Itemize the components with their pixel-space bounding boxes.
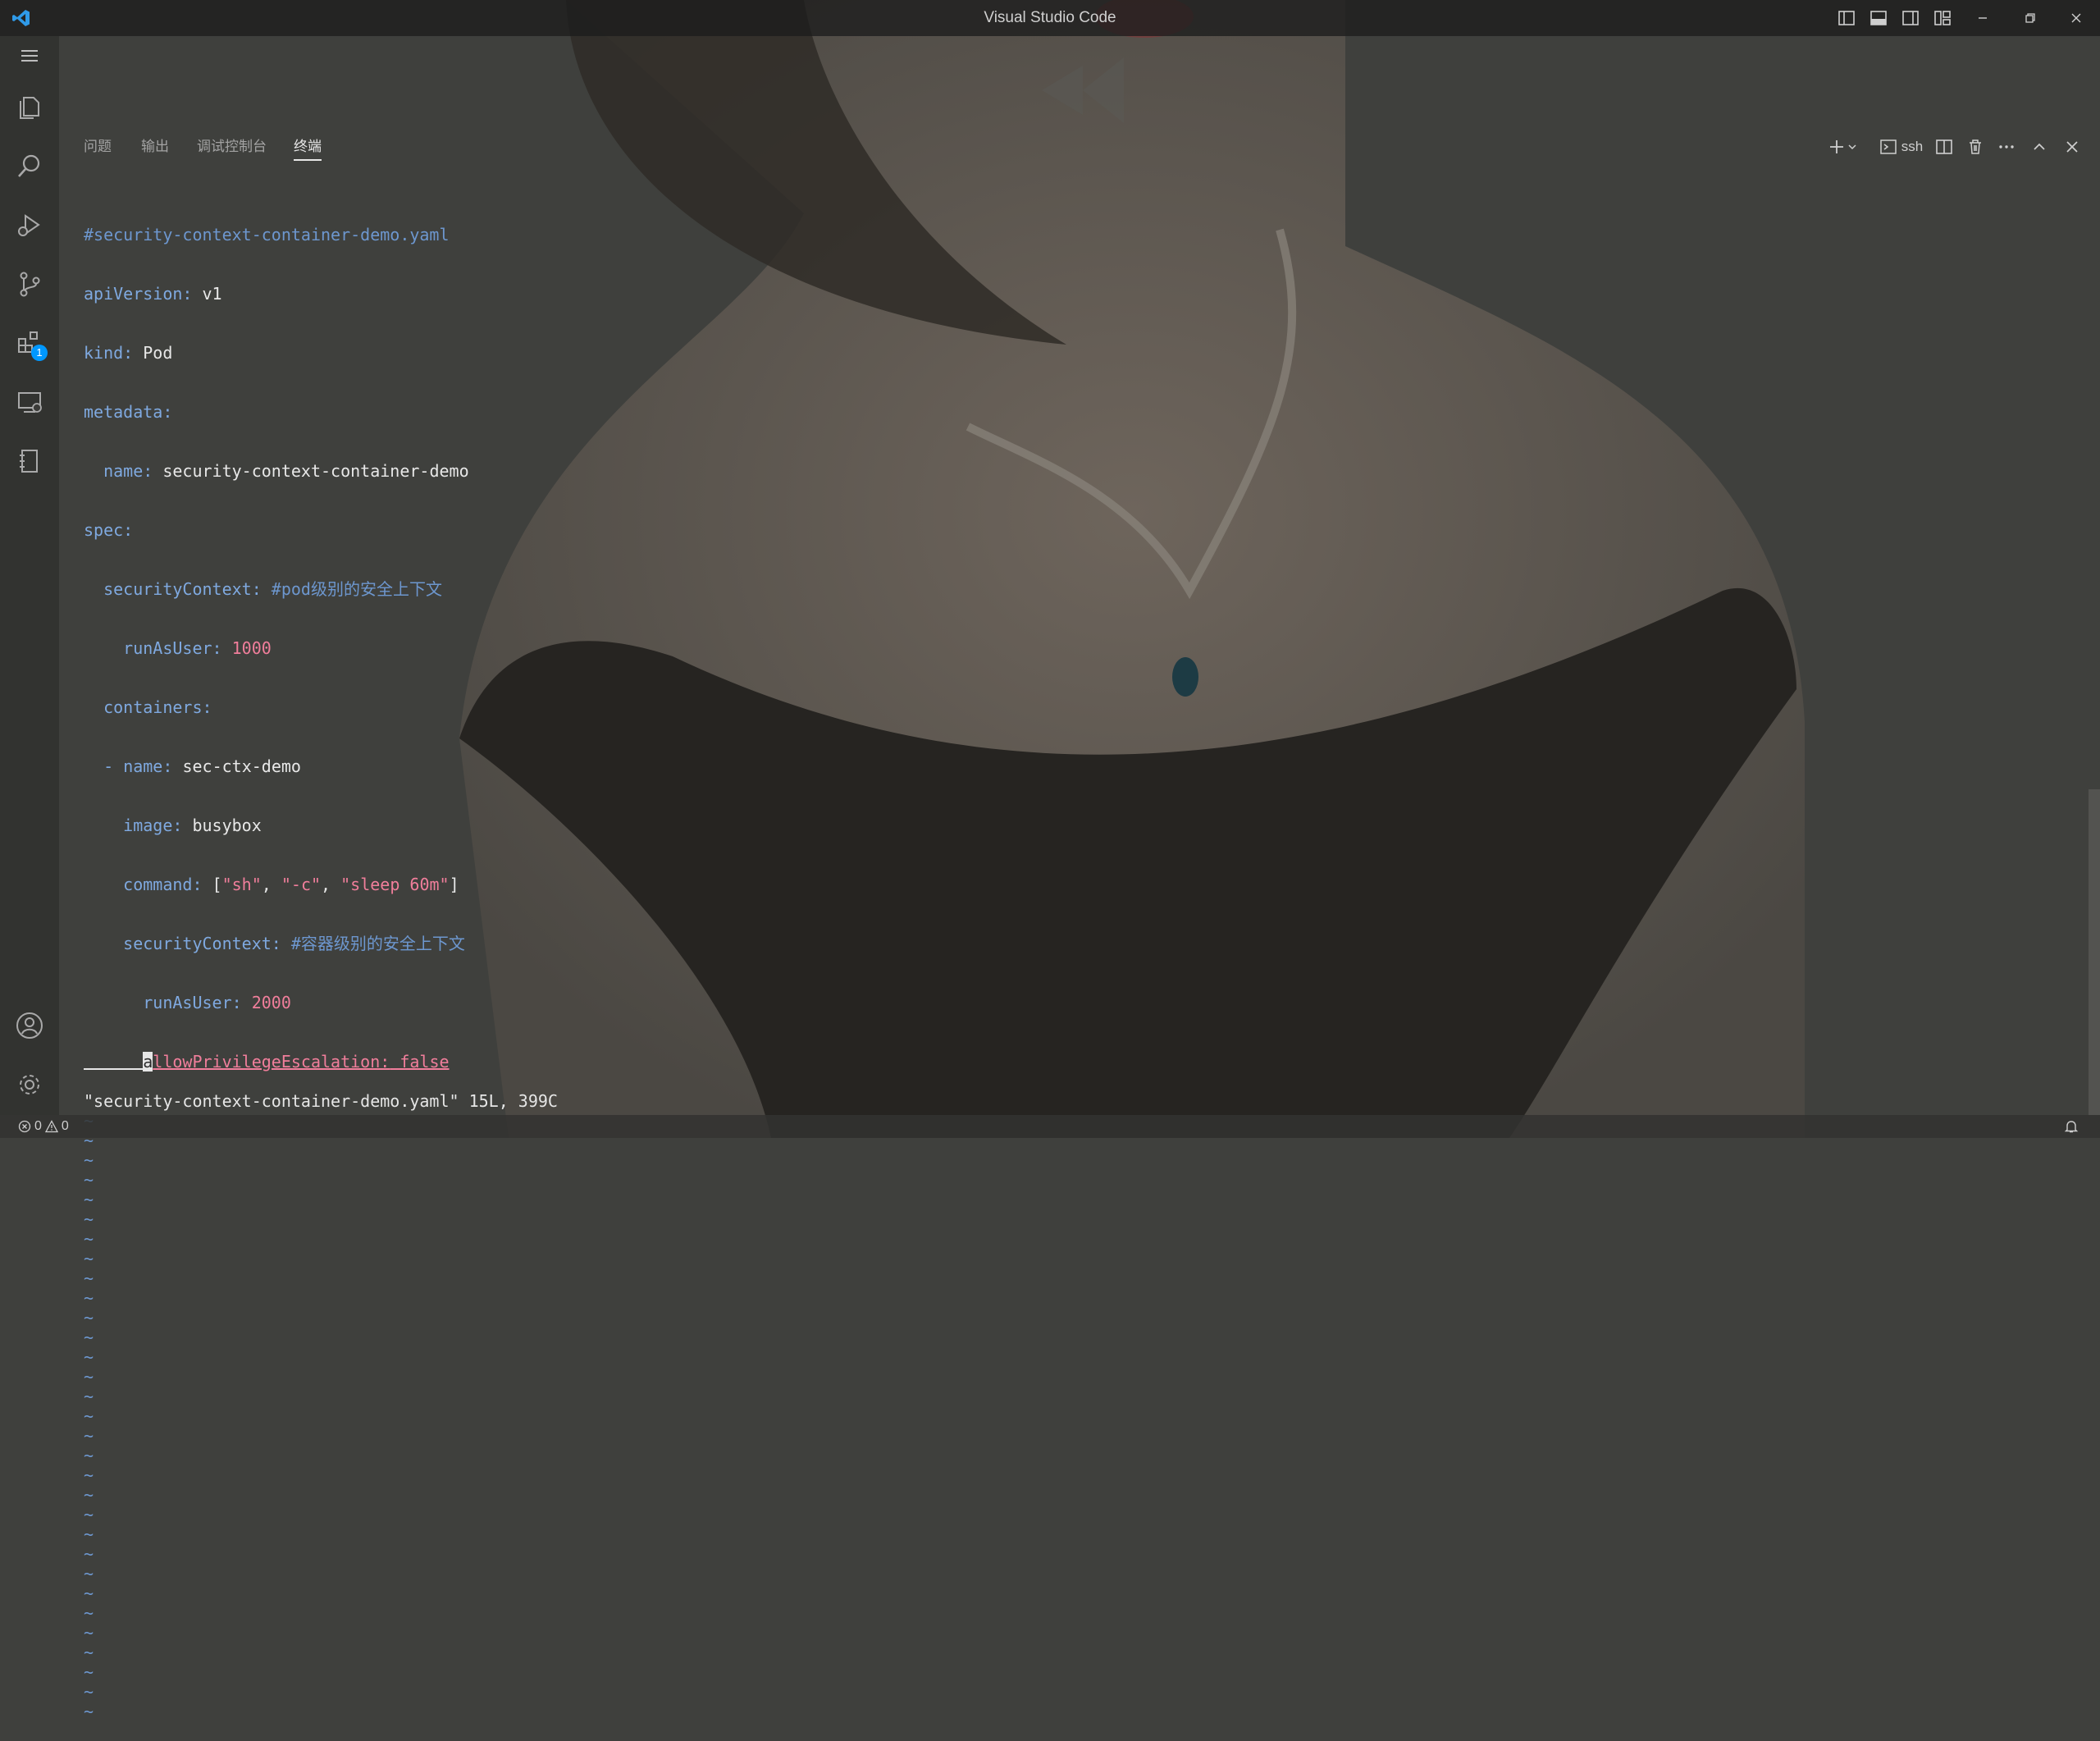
vim-tilde-line: ~: [84, 1229, 94, 1249]
close-panel-icon[interactable]: [2062, 136, 2082, 158]
activity-bar: 1: [0, 36, 59, 1115]
toggle-primary-sidebar-icon[interactable]: [1837, 8, 1856, 28]
vim-tilde-line: ~: [84, 1406, 94, 1426]
toggle-secondary-sidebar-icon[interactable]: [1901, 8, 1920, 28]
vim-tilde-line: ~: [84, 1150, 94, 1170]
vim-tilde-line: ~: [84, 1387, 94, 1406]
terminal-line: #security-context-container-demo.yaml: [84, 225, 450, 244]
vim-tilde-line: ~: [84, 1327, 94, 1347]
terminal-icon: [1880, 139, 1897, 154]
warning-count: 0: [61, 1119, 69, 1133]
error-icon: [18, 1120, 31, 1133]
vim-tilde-line: ~: [84, 1623, 94, 1643]
vim-tilde-line: ~: [84, 1347, 94, 1367]
problems-status[interactable]: 0 0: [18, 1115, 69, 1138]
warning-icon: [44, 1120, 58, 1133]
minimize-button[interactable]: [1959, 0, 2006, 36]
vim-tilde-line: ~: [84, 1564, 94, 1583]
close-window-button[interactable]: [2052, 0, 2100, 36]
kill-terminal-trash-icon[interactable]: [1965, 136, 1985, 158]
vim-tilde-line: ~: [84, 1288, 94, 1308]
vim-tilde-line: ~: [84, 1702, 94, 1721]
terminal-line: image: busybox: [123, 816, 262, 835]
restore-button[interactable]: [2006, 0, 2054, 36]
tab-problems[interactable]: 问题: [84, 123, 112, 171]
vim-tilde-line: ~: [84, 1524, 94, 1544]
toggle-panel-icon[interactable]: [1869, 8, 1888, 28]
extensions-badge: 1: [31, 345, 48, 361]
vim-status-message: "security-context-container-demo.yaml" 1…: [84, 1091, 558, 1111]
vim-tilde-line: ~: [84, 1682, 94, 1702]
extensions-icon[interactable]: 1: [10, 323, 49, 363]
terminal-instance-selector[interactable]: ssh: [1877, 136, 1926, 158]
tab-output[interactable]: 输出: [141, 123, 169, 171]
vim-tilde-line: ~: [84, 1308, 94, 1327]
vim-tilde-line: ~: [84, 1485, 94, 1505]
notebook-icon[interactable]: [10, 441, 49, 481]
search-icon[interactable]: [10, 146, 49, 185]
vim-tilde-line: ~: [84, 1643, 94, 1662]
vim-tilde-line: ~: [84, 1465, 94, 1485]
vim-tilde-line: ~: [84, 1446, 94, 1465]
vim-empty-lines: ~~~~~~~~~~~~~~~~~~~~~~~~~~~~~~~: [84, 1111, 469, 1721]
error-count: 0: [34, 1119, 42, 1133]
vim-tilde-line: ~: [84, 1367, 94, 1387]
vim-tilde-line: ~: [84, 1662, 94, 1682]
source-control-icon[interactable]: [10, 264, 49, 304]
maximize-panel-chevron-up-icon[interactable]: [2029, 136, 2049, 158]
customize-layout-icon[interactable]: [1933, 8, 1952, 28]
terminal-scrollbar[interactable]: [2089, 789, 2100, 1115]
terminal-line: runAsUser: 2000: [143, 993, 291, 1012]
terminal-line: securityContext: #pod级别的安全上下文: [103, 579, 442, 599]
split-terminal-icon[interactable]: [1934, 136, 1954, 158]
vim-tilde-line: ~: [84, 1544, 94, 1564]
terminal-output[interactable]: #security-context-container-demo.yaml ap…: [84, 185, 469, 1741]
terminal-line: metadata:: [84, 402, 173, 422]
terminal-line: runAsUser: 1000: [123, 638, 272, 658]
vim-tilde-line: ~: [84, 1170, 94, 1190]
vim-tilde-line: ~: [84, 1426, 94, 1446]
terminal-line-cursor: allowPrivilegeEscalation: false: [143, 1052, 450, 1072]
vim-tilde-line: ~: [84, 1249, 94, 1268]
title-bar: Visual Studio Code: [0, 0, 2100, 36]
panel-tab-bar: 问题 输出 调试控制台 终端: [59, 123, 2100, 171]
vim-tilde-line: ~: [84, 1190, 94, 1209]
notifications-bell-icon[interactable]: [2064, 1115, 2079, 1138]
window-title: Visual Studio Code: [984, 9, 1116, 26]
settings-gear-icon[interactable]: [10, 1065, 49, 1104]
status-bar: 0 0: [0, 1115, 2100, 1138]
terminal-line: containers:: [103, 697, 212, 717]
run-debug-icon[interactable]: [10, 205, 49, 244]
terminal-line: command: ["sh", "-c", "sleep 60m"]: [123, 875, 459, 894]
new-terminal-button[interactable]: [1828, 136, 1860, 158]
terminal-line: - name: sec-ctx-demo: [103, 756, 301, 776]
vim-tilde-line: ~: [84, 1583, 94, 1603]
menu-icon[interactable]: [10, 36, 49, 75]
terminal-line: apiVersion: v1: [84, 284, 222, 304]
more-actions-icon[interactable]: [1997, 136, 2016, 158]
vim-tilde-line: ~: [84, 1505, 94, 1524]
remote-explorer-icon[interactable]: [10, 382, 49, 422]
terminal-line: securityContext: #容器级别的安全上下文: [123, 934, 465, 953]
terminal-line: name: security-context-container-demo: [103, 461, 469, 481]
explorer-icon[interactable]: [10, 87, 49, 126]
account-icon[interactable]: [10, 1006, 49, 1045]
vim-tilde-line: ~: [84, 1209, 94, 1229]
tab-terminal[interactable]: 终端: [294, 123, 322, 171]
vim-tilde-line: ~: [84, 1603, 94, 1623]
terminal-line: spec:: [84, 520, 134, 540]
terminal-name: ssh: [1901, 139, 1924, 154]
tab-debug-console[interactable]: 调试控制台: [197, 123, 267, 171]
terminal-line: kind: Pod: [84, 343, 173, 363]
vim-tilde-line: ~: [84, 1268, 94, 1288]
